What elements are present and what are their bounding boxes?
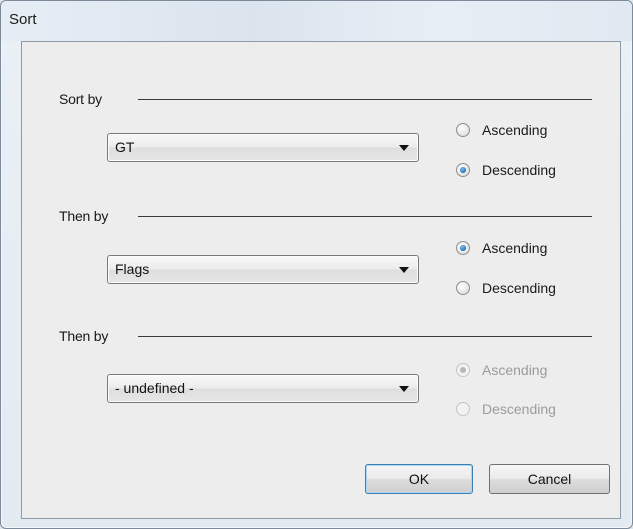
title-bar[interactable]: Sort	[1, 1, 632, 41]
radio-indicator	[456, 363, 470, 377]
radio-indicator	[456, 163, 470, 177]
sort-by-combo[interactable]: GT	[107, 133, 419, 162]
then-by-2-descending-label: Descending	[482, 401, 556, 417]
chevron-down-icon	[399, 145, 409, 151]
then-by-combo-1-value: Flags	[115, 261, 150, 277]
cancel-button[interactable]: Cancel	[489, 464, 610, 494]
then-by-1-ascending-label: Ascending	[482, 240, 548, 256]
then-by-divider-2	[138, 336, 592, 337]
then-by-combo-2-value: - undefined -	[115, 380, 194, 396]
then-by-2-descending-radio[interactable]: Descending	[456, 400, 556, 418]
chevron-down-icon	[399, 267, 409, 273]
sort-by-descending-radio[interactable]: Descending	[456, 161, 556, 179]
then-by-combo-2[interactable]: - undefined -	[107, 374, 419, 403]
then-by-label-2: Then by	[59, 328, 109, 344]
sort-by-combo-value: GT	[115, 139, 135, 155]
sort-by-descending-label: Descending	[482, 162, 556, 178]
sort-by-divider	[138, 99, 592, 100]
then-by-2-ascending-label: Ascending	[482, 362, 548, 378]
window-title: Sort	[9, 11, 37, 28]
radio-indicator	[456, 281, 470, 295]
sort-dialog: Sort Sort by GT Ascending Descending The…	[0, 0, 633, 529]
radio-indicator	[456, 241, 470, 255]
sort-by-ascending-label: Ascending	[482, 122, 548, 138]
sort-by-ascending-radio[interactable]: Ascending	[456, 121, 547, 139]
radio-indicator	[456, 123, 470, 137]
then-by-divider-1	[138, 216, 592, 217]
then-by-2-ascending-radio[interactable]: Ascending	[456, 361, 547, 379]
then-by-1-descending-radio[interactable]: Descending	[456, 279, 556, 297]
ok-button[interactable]: OK	[365, 464, 473, 494]
then-by-1-descending-label: Descending	[482, 280, 556, 296]
then-by-1-ascending-radio[interactable]: Ascending	[456, 239, 547, 257]
then-by-combo-1[interactable]: Flags	[107, 255, 419, 284]
then-by-label-1: Then by	[59, 208, 109, 224]
radio-indicator	[456, 402, 470, 416]
dialog-content: Sort by GT Ascending Descending Then by …	[21, 41, 621, 519]
chevron-down-icon	[399, 386, 409, 392]
sort-by-label: Sort by	[59, 91, 102, 107]
